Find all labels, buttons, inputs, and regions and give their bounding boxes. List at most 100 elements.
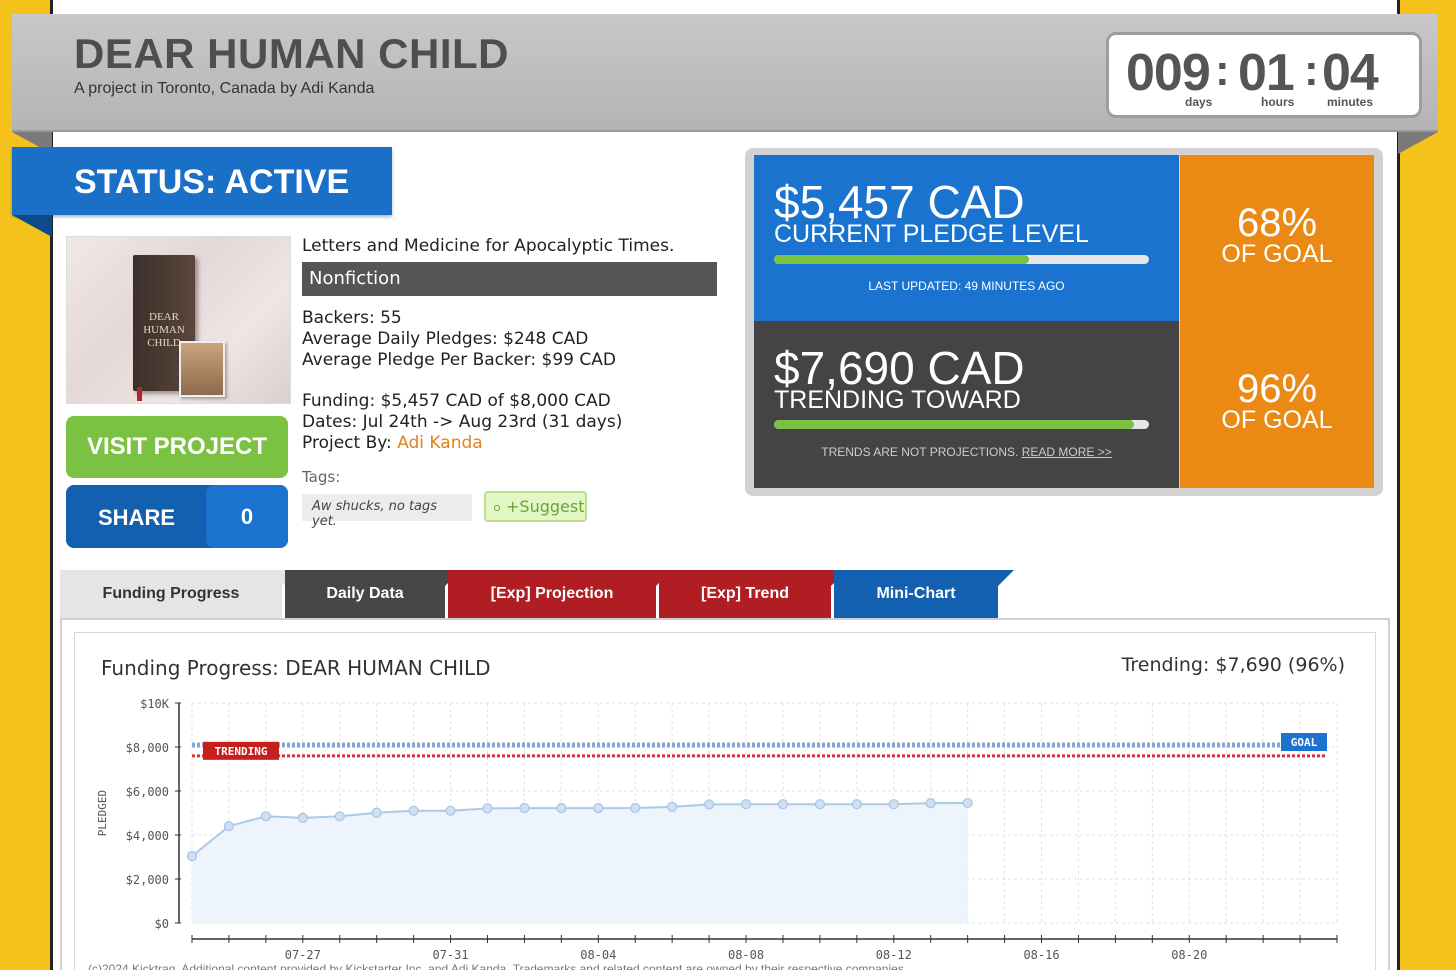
copyright-text: (c)2024 Kicktraq. Additional content pro…	[88, 962, 908, 970]
tab-label: Mini-Chart	[876, 585, 956, 602]
suggest-dot-icon	[494, 504, 500, 511]
average-daily-pledges: Average Daily Pledges: $248 CAD	[302, 329, 589, 349]
current-progress-fill	[774, 255, 1029, 264]
status-badge: STATUS: ACTIVE	[12, 147, 392, 215]
chart-point	[223, 821, 235, 832]
tab-label: Daily Data	[326, 585, 404, 602]
chart-point	[593, 803, 604, 814]
chart-x-tick: 07-27	[285, 948, 321, 962]
chart-point	[519, 803, 530, 814]
category-tag[interactable]: Nonfiction	[302, 262, 717, 296]
share-button[interactable]: SHARE 0	[66, 485, 288, 548]
current-goal-label: OF GOAL	[1221, 240, 1333, 268]
no-tags-message: Aw shucks, no tags yet.	[302, 494, 472, 529]
visit-project-button[interactable]: VISIT PROJECT	[66, 416, 288, 478]
suggest-label: +Suggest	[506, 497, 585, 516]
chart-trending-tag: TRENDING	[215, 745, 268, 758]
current-pledge-label: CURRENT PLEDGE LEVEL	[774, 220, 1089, 248]
chart-y-tick: $2,000	[126, 873, 169, 887]
countdown-separator: :	[1215, 46, 1230, 95]
chart-x-tick: 08-16	[1023, 948, 1059, 962]
countdown-minutes: 04	[1322, 44, 1379, 102]
chart-area	[192, 802, 968, 923]
chart-point	[630, 802, 641, 814]
funding-summary: Funding: $5,457 CAD of $8,000 CAD	[302, 391, 611, 411]
chart-goal-tag: GOAL	[1291, 736, 1318, 749]
chart-y-tick: $8,000	[126, 741, 169, 755]
countdown-days: 009	[1126, 44, 1211, 102]
countdown-timer: 009 : 01 : 04 days hours minutes	[1106, 32, 1422, 118]
chart-point	[556, 803, 567, 814]
trend-disclaimer: TRENDS ARE NOT PROJECTIONS.	[821, 445, 1019, 459]
current-pledge-amount: $5,457 CAD	[774, 176, 1025, 228]
tab-ear	[998, 570, 1014, 586]
chart-point	[814, 799, 826, 810]
trending-label: TRENDING TOWARD	[774, 386, 1021, 414]
current-pledge-card: $5,457 CAD CURRENT PLEDGE LEVEL LAST UPD…	[754, 155, 1179, 321]
project-by: Project By: Adi Kanda	[302, 433, 483, 454]
tab-label: [Exp] Projection	[490, 585, 614, 602]
last-updated: LAST UPDATED: 49 MINUTES AGO	[868, 279, 1065, 293]
chart-point	[740, 799, 752, 810]
project-subtitle: A project in Toronto, Canada by Adi Kand…	[74, 80, 375, 97]
chart-point	[888, 799, 899, 810]
chart-x-tick: 07-31	[432, 948, 468, 962]
chart-x-tick: 08-04	[580, 948, 616, 962]
trend-goal-label: OF GOAL	[1221, 406, 1333, 434]
project-description: Letters and Medicine for Apocalyptic Tim…	[302, 236, 675, 256]
trending-progress-bar	[774, 420, 1149, 429]
tab-label: Funding Progress	[102, 585, 240, 602]
share-label: SHARE	[98, 505, 176, 530]
tab-funding-progress[interactable]: Funding Progress	[60, 570, 298, 618]
chart-point	[334, 811, 345, 822]
project-thumbnail[interactable]: DEAR HUMAN CHILD	[66, 236, 291, 404]
chart-point	[777, 799, 789, 810]
chart-y-tick: $0	[155, 917, 169, 931]
chart-y-tick: $10K	[140, 697, 170, 711]
current-goal-percent-card: 68% OF GOAL	[1180, 155, 1374, 321]
top-strip	[53, 0, 1397, 14]
chart-point	[667, 801, 678, 812]
tab-mini-chart[interactable]: Mini-Chart	[834, 570, 1014, 618]
status-fold	[12, 215, 52, 237]
header-fold-right	[1398, 132, 1438, 154]
chart-point	[962, 797, 973, 809]
average-pledge-per-backer: Average Pledge Per Backer: $99 CAD	[302, 350, 616, 370]
chart-x-tick: 08-20	[1171, 948, 1207, 962]
current-progress-bar	[774, 255, 1149, 264]
chart-y-label: PLEDGED	[96, 790, 109, 836]
chart-point	[297, 812, 308, 823]
chart-point	[482, 803, 493, 814]
funding-progress-chart: Funding Progress: DEAR HUMAN CHILD Trendi…	[74, 632, 1376, 970]
card-deck-image	[179, 341, 225, 397]
creator-link[interactable]: Adi Kanda	[397, 433, 483, 453]
chart-title: Funding Progress: DEAR HUMAN CHILD	[101, 656, 491, 680]
trending-card: $7,690 CAD TRENDING TOWARD TRENDS ARE NO…	[754, 321, 1179, 488]
chart-point	[925, 798, 936, 809]
countdown-hours-label: hours	[1261, 95, 1295, 109]
backers-count: Backers: 55	[302, 308, 402, 328]
trending-amount: $7,690 CAD	[774, 342, 1025, 394]
chart-point	[260, 811, 271, 822]
tab-label: [Exp] Trend	[700, 585, 789, 602]
countdown-days-label: days	[1185, 95, 1213, 109]
countdown-separator: :	[1304, 46, 1319, 95]
project-by-label: Project By:	[302, 433, 392, 453]
chart-point	[371, 807, 382, 818]
chart-y-tick: $6,000	[126, 785, 169, 799]
tab-daily-data[interactable]: Daily Data	[285, 570, 461, 618]
countdown-hours: 01	[1238, 44, 1295, 102]
chart-point	[445, 805, 456, 816]
chart-x-tick: 08-12	[876, 948, 912, 962]
tab-projection[interactable]: [Exp] Projection	[448, 570, 672, 618]
book-ribbon	[137, 387, 142, 401]
trend-goal-percent: 96%	[1236, 367, 1318, 411]
tab-trend[interactable]: [Exp] Trend	[659, 570, 847, 618]
chart-y-tick: $4,000	[126, 829, 169, 843]
chart-x-tick: 08-08	[728, 948, 764, 962]
read-more-link[interactable]: READ MORE >>	[1022, 445, 1112, 459]
tags-label: Tags:	[302, 468, 341, 486]
campaign-dates: Dates: Jul 24th -> Aug 23rd (31 days)	[302, 412, 623, 432]
suggest-tag-button[interactable]: +Suggest	[484, 491, 587, 522]
chart-point	[851, 799, 862, 810]
